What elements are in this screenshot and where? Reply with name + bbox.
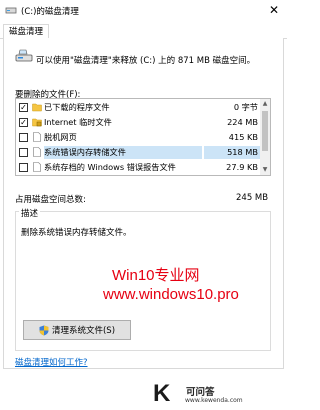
- page-icon: [33, 162, 41, 172]
- scroll-thumb[interactable]: [262, 111, 268, 151]
- checkbox[interactable]: [19, 133, 28, 142]
- list-item[interactable]: 系统存档的 Windows 错误报告文件 27.9 KB: [16, 161, 262, 174]
- file-name: Internet 临时文件: [44, 117, 112, 127]
- window-title: (C:)的磁盘清理: [21, 7, 79, 17]
- clean-system-files-button[interactable]: 清理系统文件(S): [23, 320, 131, 340]
- page-icon: [33, 147, 41, 157]
- title-bar: (C:)的磁盘清理 ✕: [0, 0, 287, 22]
- list-item[interactable]: ✓ 已下载的程序文件 0 字节: [16, 101, 262, 114]
- description-text: 删除系统错误内存转储文件。: [21, 228, 132, 238]
- drive-icon: [5, 7, 17, 14]
- help-link[interactable]: 磁盘清理如何工作?: [15, 356, 88, 368]
- shield-icon: [39, 325, 49, 335]
- file-name: 系统存档的 Windows 错误报告文件: [44, 162, 176, 172]
- checkbox[interactable]: ✓: [19, 118, 28, 127]
- total-space-value: 245 MB: [236, 193, 269, 203]
- list-item[interactable]: ✓ Internet 临时文件 224 MB: [16, 116, 262, 129]
- checkbox[interactable]: ✓: [19, 103, 28, 112]
- watermark-url: www.windows10.pro: [103, 286, 239, 303]
- list-item[interactable]: 脱机网页 415 KB: [16, 131, 262, 144]
- checkbox[interactable]: [19, 148, 28, 157]
- description-legend: 描述: [19, 207, 41, 219]
- close-icon: ✕: [268, 3, 280, 17]
- file-size: 518 MB: [204, 146, 262, 159]
- file-size: 0 字节: [233, 102, 258, 112]
- total-space-label: 占用磁盘空间总数:: [15, 195, 86, 205]
- scroll-down-icon[interactable]: ▼: [260, 165, 270, 175]
- checkbox[interactable]: [19, 163, 28, 172]
- tab-bar: 磁盘清理: [0, 22, 287, 40]
- page-icon: [33, 132, 41, 142]
- brand-logo: K: [153, 380, 171, 407]
- file-name: 脱机网页: [44, 132, 77, 142]
- file-name: 系统错误内存转储文件: [44, 146, 202, 159]
- drive-cleanup-icon: [15, 49, 33, 62]
- clean-system-files-label: 清理系统文件(S): [51, 326, 116, 336]
- folder-icon: [32, 103, 42, 112]
- brand-watermark: K 可问答 www.kewenda.com: [141, 378, 287, 410]
- list-scrollbar[interactable]: ▲ ▼: [260, 99, 270, 175]
- file-size: 224 MB: [227, 117, 258, 127]
- list-item[interactable]: 系统错误内存转储文件 518 MB: [16, 146, 262, 159]
- lock-folder-icon: [32, 118, 42, 127]
- free-space-info: 可以使用"磁盘清理"来释放 (C:) 上的 871 MB 磁盘空间。: [36, 56, 256, 66]
- brand-name: 可问答: [186, 387, 215, 398]
- watermark-title: Win10专业网: [112, 267, 200, 284]
- file-name: 已下载的程序文件: [44, 102, 110, 112]
- file-size: 415 KB: [228, 132, 258, 142]
- brand-url: www.kewenda.com: [185, 397, 243, 404]
- file-size: 27.9 KB: [226, 162, 258, 172]
- files-list[interactable]: ✓ 已下载的程序文件 0 字节 ✓ Internet 临时文件 224 MB 脱…: [15, 98, 271, 176]
- scroll-up-icon[interactable]: ▲: [260, 99, 270, 109]
- close-button[interactable]: ✕: [261, 0, 287, 20]
